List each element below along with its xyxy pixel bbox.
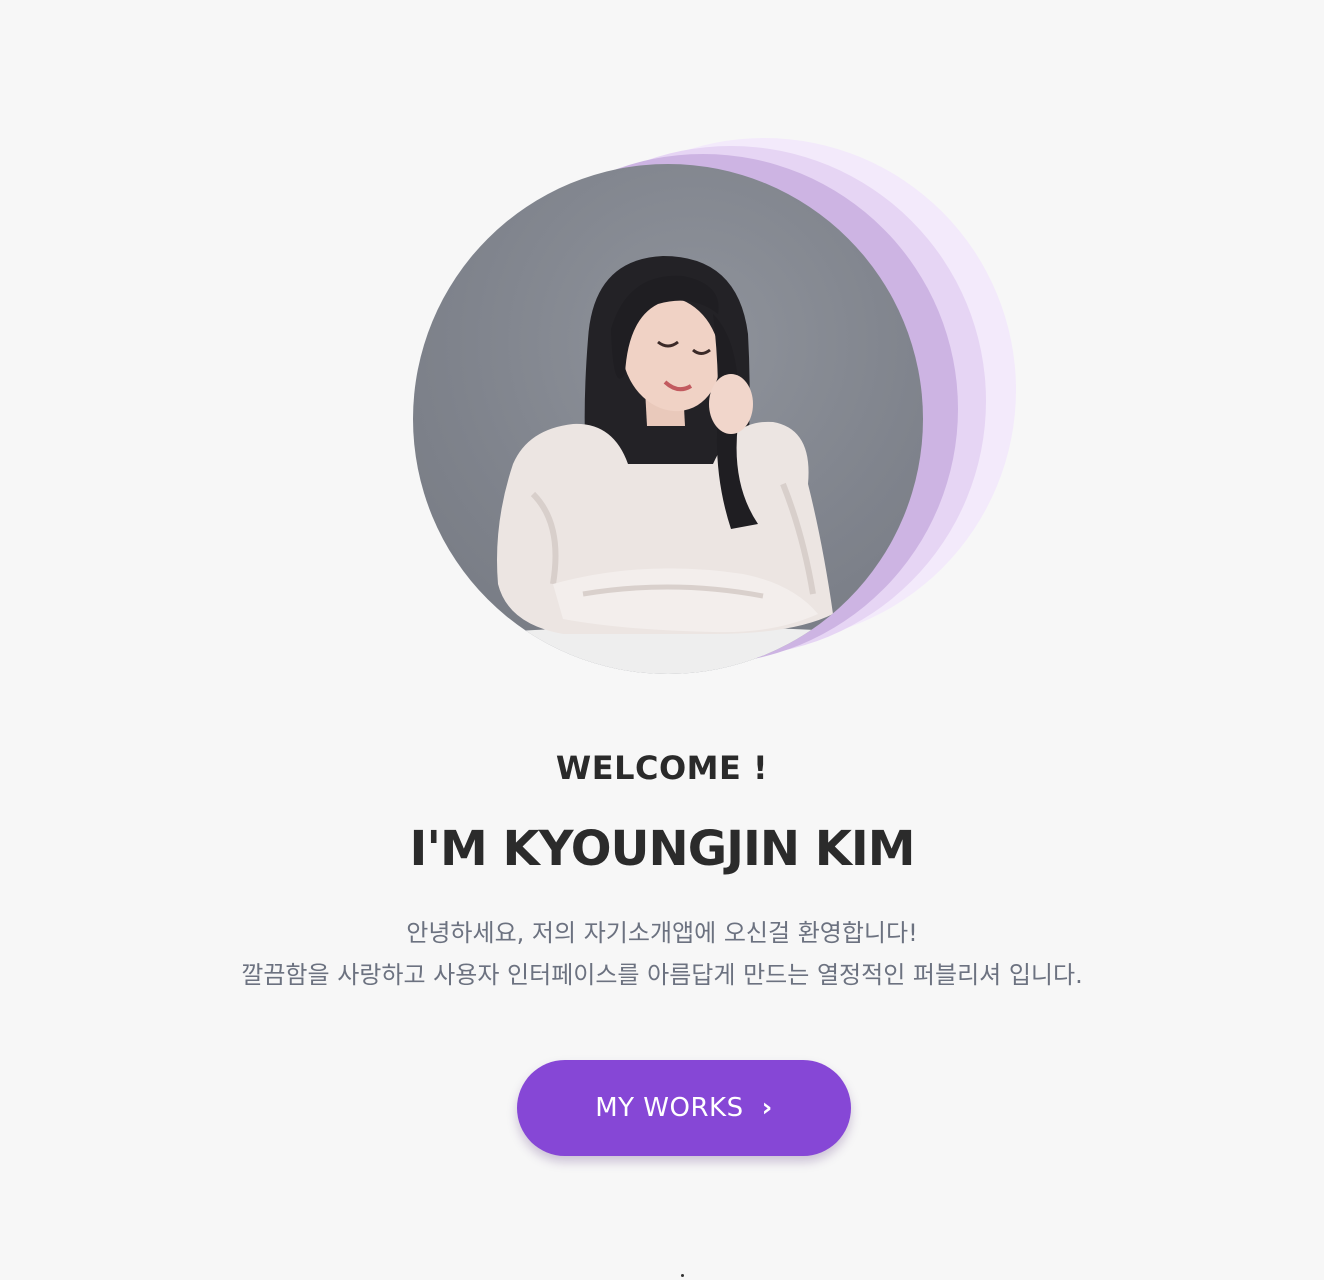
- welcome-heading: WELCOME !: [555, 749, 769, 787]
- intro-paragraph: 안녕하세요, 저의 자기소개앱에 오신걸 환영합니다! 깔끔함을 사랑하고 사용…: [0, 912, 1324, 996]
- profile-photo: [413, 164, 923, 674]
- intro-page: WELCOME ! I'M KYOUNGJIN KIM 안녕하세요, 저의 자기…: [0, 0, 1324, 1280]
- chevron-right-icon: ›: [761, 1093, 773, 1123]
- cta-container: MY WORKS ›: [517, 1060, 851, 1156]
- intro-line-2: 깔끔함을 사랑하고 사용자 인터페이스를 아름답게 만드는 열정적인 퍼블리셔 …: [241, 961, 1083, 989]
- profile-visual: [0, 0, 1324, 700]
- intro-text: WELCOME ! I'M KYOUNGJIN KIM 안녕하세요, 저의 자기…: [0, 740, 1324, 996]
- intro-line-1: 안녕하세요, 저의 자기소개앱에 오신걸 환영합니다!: [406, 919, 918, 947]
- my-works-label: MY WORKS: [595, 1093, 744, 1123]
- scroll-indicator-dot: [681, 1274, 684, 1277]
- page-title: I'M KYOUNGJIN KIM: [409, 821, 915, 877]
- my-works-button[interactable]: MY WORKS ›: [517, 1060, 851, 1156]
